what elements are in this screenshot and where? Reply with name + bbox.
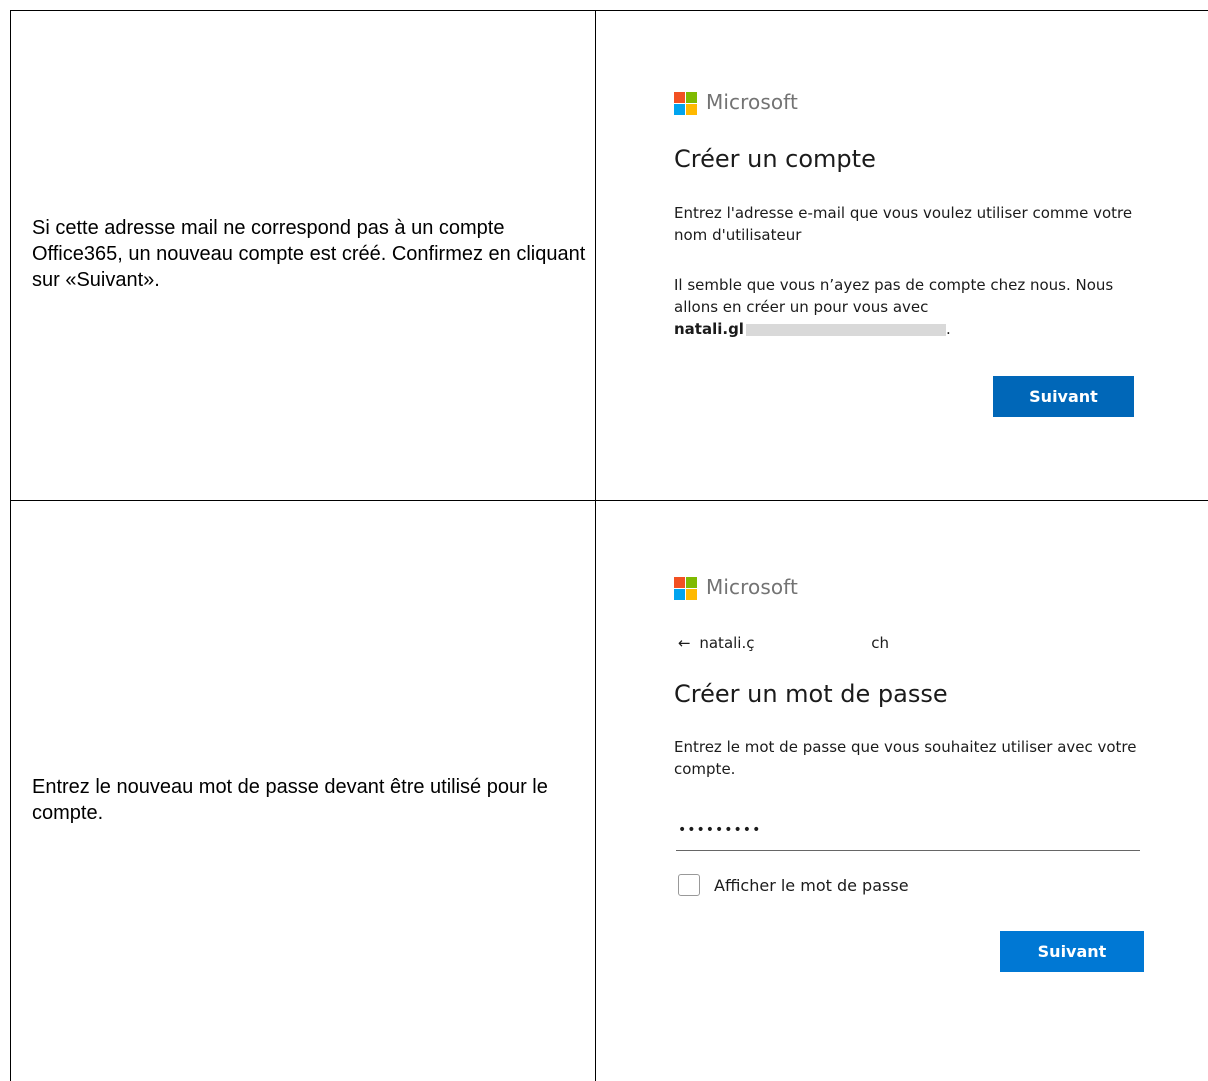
row1-intro: Entrez l'adresse e-mail que vous voulez … [674, 204, 1133, 244]
back-email-start: natali.ç [699, 634, 755, 652]
row1-brand: Microsoft [706, 90, 798, 114]
redacted-email-block [745, 323, 946, 336]
document-table: Si cette adresse mail ne correspond pas … [10, 10, 1208, 1081]
row1-email: natali.gl [674, 320, 744, 338]
row1-message: Il semble que vous n’ayez pas de compte … [674, 274, 1144, 340]
back-arrow-icon: ← [678, 634, 691, 652]
table-border-left [10, 10, 11, 1081]
row1-instruction: Si cette adresse mail ne correspond pas … [32, 217, 586, 291]
back-email-link[interactable]: ← natali.ç ch [678, 634, 889, 652]
row2-instruction: Entrez le nouveau mot de passe devant êt… [32, 776, 548, 824]
password-input[interactable]: ••••••••• [676, 816, 1140, 851]
password-value: ••••••••• [678, 822, 762, 838]
row1-message-text: Il semble que vous n’ayez pas de compte … [674, 276, 1114, 316]
row2-brand: Microsoft [706, 575, 798, 599]
table-divider-vertical [595, 10, 596, 1081]
row1-email-end: . [945, 320, 951, 338]
microsoft-logo-icon [674, 92, 697, 115]
show-password-label: Afficher le mot de passe [714, 876, 909, 895]
back-email-end: ch [871, 634, 890, 652]
microsoft-logo-icon [674, 577, 697, 600]
row2-intro: Entrez le mot de passe que vous souhaite… [674, 738, 1137, 778]
show-password-checkbox[interactable] [678, 874, 700, 896]
table-divider-horizontal [10, 500, 1208, 501]
next-button[interactable]: Suivant [993, 376, 1134, 417]
row1-page-title: Créer un compte [674, 145, 876, 173]
table-border-top [10, 10, 1208, 11]
next-button[interactable]: Suivant [1000, 931, 1144, 972]
row2-page-title: Créer un mot de passe [674, 680, 948, 708]
